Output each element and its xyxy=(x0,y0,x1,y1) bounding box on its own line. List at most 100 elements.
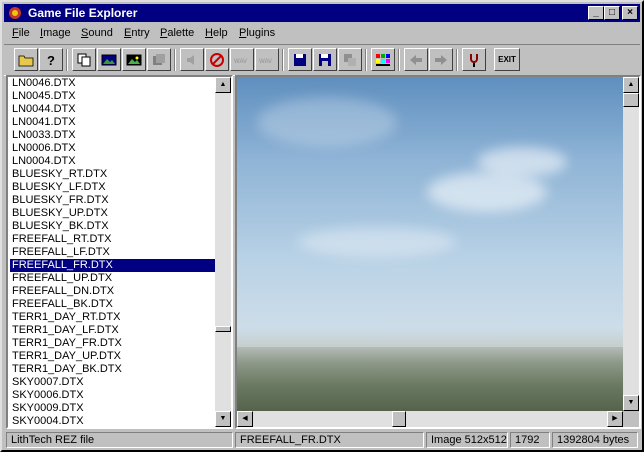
file-list-item[interactable]: FREEFALL_BK.DTX xyxy=(10,298,217,311)
preview-vertical-scrollbar[interactable]: ▲ ▼ xyxy=(623,77,639,411)
save-multiple-button[interactable] xyxy=(338,48,362,71)
menu-file[interactable]: File xyxy=(12,27,30,39)
file-list-item[interactable]: FREEFALL_RT.DTX xyxy=(10,233,217,246)
window-title: Game File Explorer xyxy=(28,6,138,20)
pages-icon xyxy=(153,54,165,65)
file-list-item[interactable]: FREEFALL_DN.DTX xyxy=(10,285,217,298)
picture-icon xyxy=(126,54,142,66)
file-list-item[interactable]: BLUESKY_LF.DTX xyxy=(10,181,217,194)
status-image-size: Image 512x512 xyxy=(426,432,508,448)
wav-button[interactable]: WAV xyxy=(230,48,254,71)
menu-entry[interactable]: Entry xyxy=(124,27,150,39)
preview-hscroll-thumb[interactable] xyxy=(392,411,406,427)
status-file-size: 1392804 bytes xyxy=(552,432,638,448)
menu-help[interactable]: Help xyxy=(205,27,228,39)
minimize-button[interactable]: _ xyxy=(588,6,604,20)
toolbar-separator xyxy=(456,49,458,71)
view-image-button[interactable] xyxy=(97,48,121,71)
wav-icon: WAV xyxy=(234,59,247,65)
scroll-thumb[interactable] xyxy=(215,326,231,332)
file-list-item[interactable]: BLUESKY_FR.DTX xyxy=(10,194,217,207)
svg-text:WAV: WAV xyxy=(234,59,247,65)
file-list-item[interactable]: TERR1_DAY_RT.DTX xyxy=(10,311,217,324)
toolbar-separator xyxy=(174,49,176,71)
file-list-item[interactable]: FREEFALL_FR.DTX xyxy=(10,259,217,272)
svg-text:WAV: WAV xyxy=(259,59,272,65)
preview-scroll-down-button[interactable]: ▼ xyxy=(623,395,639,411)
file-list-item[interactable]: LN0045.DTX xyxy=(10,90,217,103)
image-preview-pane: ▲ ▼ ◀ ▶ xyxy=(235,75,641,429)
toolbar-separator xyxy=(365,49,367,71)
arrow-right-icon xyxy=(435,55,447,65)
toolbar-separator xyxy=(282,49,284,71)
file-list-item[interactable]: SKY0006.DTX xyxy=(10,389,217,402)
floppy-icon xyxy=(294,54,306,66)
palette-button[interactable] xyxy=(371,48,395,71)
speaker-icon xyxy=(187,55,194,65)
plugin-icon xyxy=(470,54,478,67)
menu-image[interactable]: Image xyxy=(40,27,71,39)
open-folder-button[interactable] xyxy=(14,48,38,71)
menu-sound[interactable]: Sound xyxy=(81,27,113,39)
file-list-scrollbar[interactable]: ▲ ▼ xyxy=(215,77,231,427)
file-list-item[interactable]: SKY0009.DTX xyxy=(10,402,217,415)
status-entry-index: 1792 xyxy=(510,432,550,448)
exit-button[interactable]: EXIT xyxy=(494,48,520,71)
plugin-button[interactable] xyxy=(462,48,486,71)
toolbar: ? WAV WAV EXIT xyxy=(4,44,640,76)
file-list-item[interactable]: TERR1_DAY_FR.DTX xyxy=(10,337,217,350)
file-list-item[interactable]: SKY0007.DTX xyxy=(10,376,217,389)
status-current-file: FREEFALL_FR.DTX xyxy=(235,432,424,448)
file-list-item[interactable]: TERR1_DAY_UP.DTX xyxy=(10,350,217,363)
file-list-item[interactable]: FREEFALL_UP.DTX xyxy=(10,272,217,285)
file-list-item[interactable]: LN0006.DTX xyxy=(10,142,217,155)
copy-button[interactable] xyxy=(72,48,96,71)
folder-icon xyxy=(18,55,34,67)
image-icon xyxy=(101,54,117,66)
preview-vscroll-thumb[interactable] xyxy=(623,93,639,107)
file-list-item[interactable]: BLUESKY_UP.DTX xyxy=(10,207,217,220)
file-list-item[interactable]: LN0033.DTX xyxy=(10,129,217,142)
menu-plugins[interactable]: Plugins xyxy=(239,27,275,39)
back-button[interactable] xyxy=(404,48,428,71)
preview-horizontal-scrollbar[interactable]: ◀ ▶ xyxy=(237,411,623,427)
close-button[interactable]: × xyxy=(622,6,638,20)
scroll-down-button[interactable]: ▼ xyxy=(215,411,231,427)
file-list-item[interactable]: LN0041.DTX xyxy=(10,116,217,129)
maximize-button[interactable]: □ xyxy=(604,6,620,20)
file-list-item[interactable]: LN0044.DTX xyxy=(10,103,217,116)
preview-scroll-left-button[interactable]: ◀ xyxy=(237,411,253,427)
app-window: Game File Explorer _ □ × File Image Soun… xyxy=(0,0,644,452)
file-list-item[interactable]: BLUESKY_BK.DTX xyxy=(10,220,217,233)
arrow-left-icon xyxy=(410,55,422,65)
preview-scroll-right-button[interactable]: ▶ xyxy=(607,411,623,427)
wav-export-icon: WAV xyxy=(259,59,272,65)
wav-export-button[interactable]: WAV xyxy=(255,48,279,71)
file-list-item[interactable]: LN0004.DTX xyxy=(10,155,217,168)
file-list-item[interactable]: SKY0004.DTX xyxy=(10,415,217,427)
sound-button[interactable] xyxy=(180,48,204,71)
preview-scroll-up-button[interactable]: ▲ xyxy=(623,77,639,93)
file-list-item[interactable]: BLUESKY_RT.DTX xyxy=(10,168,217,181)
help-button[interactable]: ? xyxy=(39,48,63,71)
app-icon xyxy=(9,7,21,19)
menu-bar: File Image Sound Entry Palette Help Plug… xyxy=(4,24,640,42)
file-list-item[interactable]: LN0046.DTX xyxy=(10,77,217,90)
no-sound-button[interactable] xyxy=(205,48,229,71)
export-image-button[interactable] xyxy=(122,48,146,71)
file-list-item[interactable]: TERR1_DAY_BK.DTX xyxy=(10,363,217,376)
save-button[interactable] xyxy=(288,48,312,71)
pages-button[interactable] xyxy=(147,48,171,71)
title-bar[interactable]: Game File Explorer _ □ × xyxy=(4,4,640,22)
menu-palette[interactable]: Palette xyxy=(160,27,194,39)
no-sound-icon xyxy=(210,53,224,67)
palette-icon xyxy=(376,54,390,66)
save-as-button[interactable] xyxy=(313,48,337,71)
forward-button[interactable] xyxy=(429,48,453,71)
file-list-item[interactable]: TERR1_DAY_LF.DTX xyxy=(10,324,217,337)
question-icon: ? xyxy=(47,53,55,68)
scroll-up-button[interactable]: ▲ xyxy=(215,77,231,93)
file-list-item[interactable]: FREEFALL_LF.DTX xyxy=(10,246,217,259)
floppy-save-as-icon xyxy=(319,54,331,66)
status-archive-type: LithTech REZ file xyxy=(6,432,233,448)
